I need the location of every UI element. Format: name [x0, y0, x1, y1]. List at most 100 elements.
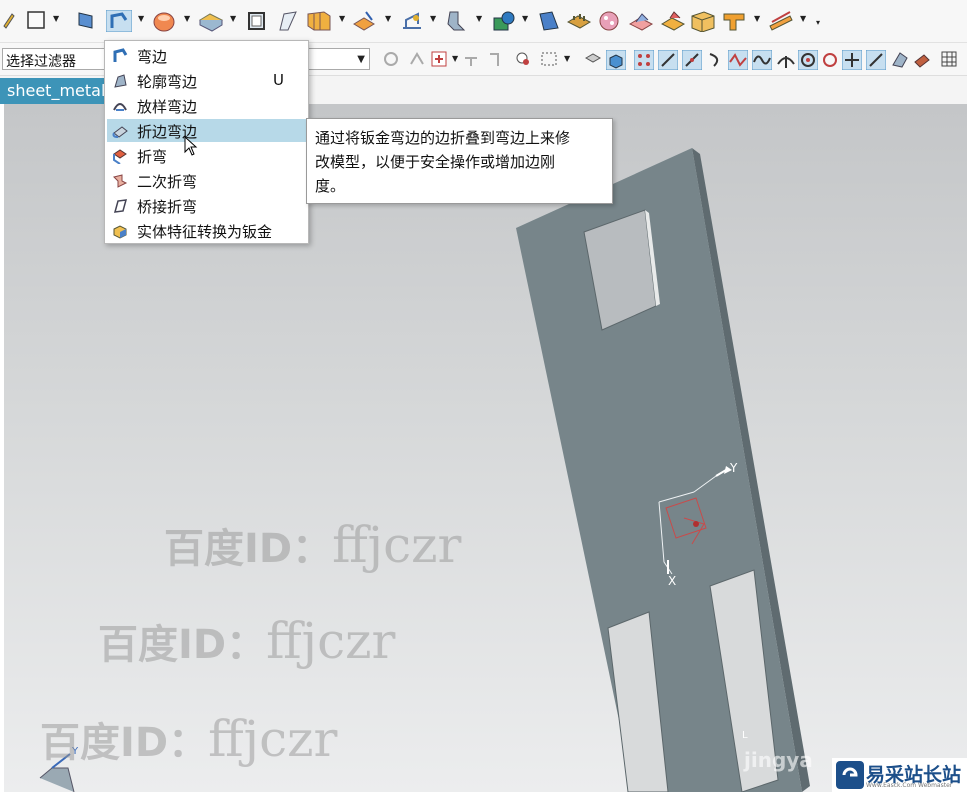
- tangent-icon[interactable]: [866, 50, 886, 70]
- select-feature-icon[interactable]: [514, 50, 532, 68]
- site-logo: 易采站长站 Www.Easck.Com Webmaster: [832, 758, 967, 792]
- new-icon[interactable]: [2, 10, 16, 30]
- menu-item-bend[interactable]: 折弯: [107, 144, 306, 167]
- tooltip-line-3: 度。: [315, 177, 346, 195]
- flange-icon: [113, 48, 128, 62]
- datum-icon[interactable]: [400, 10, 424, 32]
- bridge-bend-icon: [113, 199, 128, 213]
- mouse-cursor-icon: [184, 136, 198, 156]
- tab-sheet-metal[interactable]: sheet_metal: [0, 78, 104, 104]
- chevron-down-icon[interactable]: ▼: [385, 14, 391, 23]
- point-icon[interactable]: [634, 50, 654, 70]
- watermark-2: 百度ID：ffjczr: [98, 612, 396, 670]
- watermark-partial: jingya: [744, 748, 813, 772]
- jog-icon: [113, 174, 128, 188]
- rectangle-icon[interactable]: [26, 10, 46, 30]
- main-toolbar: ▼ ▼ ▼ ▼ ▼ ▼ ▼ ▼ ▼ ▼ ▼ ▾: [0, 0, 967, 43]
- chevron-down-icon[interactable]: ▼: [430, 14, 436, 23]
- explode-icon[interactable]: [536, 10, 560, 32]
- contour-icon[interactable]: [690, 10, 716, 32]
- frame-icon[interactable]: [246, 10, 268, 32]
- watermark-1: 百度ID：ffjczr: [164, 516, 462, 574]
- louver-icon[interactable]: [628, 10, 654, 32]
- snap-icon[interactable]: [408, 50, 426, 68]
- menu-item-label: 二次折弯: [137, 173, 198, 191]
- crosshair-icon[interactable]: [842, 50, 862, 70]
- hem-flange-tooltip: 通过将钣金弯边的边折叠到弯边上来修 改模型，以便于安全操作或增加边刚 度。: [306, 118, 613, 204]
- tooltip-line-1: 通过将钣金弯边的边折叠到弯边上来修: [315, 129, 571, 147]
- logo-icon: [836, 761, 864, 789]
- selection-filter-label: 选择过滤器: [6, 54, 76, 70]
- lofted-flange-icon: [113, 103, 127, 111]
- chevron-down-icon[interactable]: ▼: [564, 54, 570, 63]
- intersection-icon[interactable]: [776, 50, 796, 70]
- tab-icon[interactable]: [444, 10, 468, 32]
- menu-item-shortcut: U: [273, 71, 284, 89]
- menu-item-jog[interactable]: 二次折弯: [107, 169, 306, 192]
- face-icon[interactable]: [890, 50, 910, 70]
- midpoint-icon[interactable]: [728, 50, 748, 70]
- menu-item-hem-flange[interactable]: 折边弯边: [107, 119, 306, 142]
- menu-item-contour-flange[interactable]: 轮廓弯边 U: [107, 69, 306, 92]
- corner-relief-icon[interactable]: [722, 10, 748, 32]
- chevron-down-icon[interactable]: ▼: [522, 14, 528, 23]
- corner-label: L: [742, 730, 748, 741]
- chevron-down-icon[interactable]: ▼: [800, 14, 806, 23]
- gear-icon[interactable]: [768, 10, 794, 32]
- connect-icon[interactable]: [462, 50, 480, 68]
- gear-icon[interactable]: [382, 50, 400, 68]
- add-icon[interactable]: [430, 50, 448, 68]
- arc-center-icon[interactable]: [798, 50, 818, 70]
- quadrant-icon[interactable]: [820, 50, 840, 70]
- chamfer-icon[interactable]: [352, 10, 378, 32]
- chevron-down-icon[interactable]: ▼: [452, 54, 458, 63]
- chevron-down-icon[interactable]: ▼: [53, 14, 59, 23]
- menu-item-convert-solid[interactable]: 实体特征转换为钣金: [107, 219, 306, 242]
- flange-icon[interactable]: [106, 10, 132, 32]
- chevron-down-icon[interactable]: ▼: [138, 14, 144, 23]
- sketch-icon[interactable]: [76, 10, 96, 30]
- axis-label-y: Y: [730, 461, 738, 475]
- menu-item-label: 轮廓弯边: [137, 73, 198, 91]
- menu-item-bridge-bend[interactable]: 桥接折弯: [107, 194, 306, 217]
- axis-label-x: X: [668, 574, 677, 588]
- surface-icon[interactable]: [912, 50, 932, 70]
- gusset-icon[interactable]: [306, 10, 332, 32]
- chevron-down-icon[interactable]: ▼: [357, 54, 365, 65]
- chevron-down-icon[interactable]: ▼: [476, 14, 482, 23]
- menu-item-lofted-flange[interactable]: 放样弯边: [107, 94, 306, 117]
- menu-item-label: 实体特征转换为钣金: [137, 223, 273, 241]
- menu-item-label: 弯边: [137, 48, 168, 66]
- contour-flange-icon: [114, 74, 127, 88]
- body-icon[interactable]: [584, 50, 602, 68]
- cylinder-icon[interactable]: [152, 10, 176, 32]
- bend-icon: [113, 149, 127, 164]
- menu-item-label: 桥接折弯: [137, 198, 198, 216]
- chevron-down-icon[interactable]: ▼: [339, 14, 345, 23]
- menu-item-label: 放样弯边: [137, 98, 198, 116]
- flange-dropdown-menu: 弯边 轮廓弯边 U 放样弯边 折边弯边 折弯 二次折弯 桥接折弯 实体特征转换为…: [104, 40, 309, 244]
- grid-icon[interactable]: [940, 50, 958, 68]
- chevron-down-icon[interactable]: ▼: [184, 14, 190, 23]
- spline-icon[interactable]: [752, 50, 772, 70]
- hem-flange-icon: [112, 126, 128, 138]
- chevron-down-icon[interactable]: ▼: [230, 14, 236, 23]
- trim-icon[interactable]: [276, 10, 298, 32]
- edge-icon[interactable]: [682, 50, 702, 70]
- curve-icon[interactable]: [706, 50, 726, 70]
- follow-icon[interactable]: [486, 50, 504, 68]
- box-select-icon[interactable]: [540, 50, 558, 68]
- watermark-3: 百度ID：ffjczr: [40, 710, 338, 768]
- bead-icon[interactable]: [660, 10, 686, 32]
- overflow-icon[interactable]: ▾: [816, 18, 820, 27]
- line-icon[interactable]: [658, 50, 678, 70]
- convert-solid-icon: [113, 225, 127, 239]
- solid-icon[interactable]: [606, 50, 626, 70]
- stamp-icon[interactable]: [596, 10, 622, 32]
- closed-corner-icon[interactable]: [566, 10, 592, 32]
- menu-item-flange[interactable]: 弯边: [107, 44, 306, 67]
- extrude-icon[interactable]: [198, 10, 224, 32]
- tooltip-line-2: 改模型，以便于安全操作或增加边刚: [315, 153, 556, 171]
- cube-icon[interactable]: [490, 10, 516, 32]
- chevron-down-icon[interactable]: ▼: [754, 14, 760, 23]
